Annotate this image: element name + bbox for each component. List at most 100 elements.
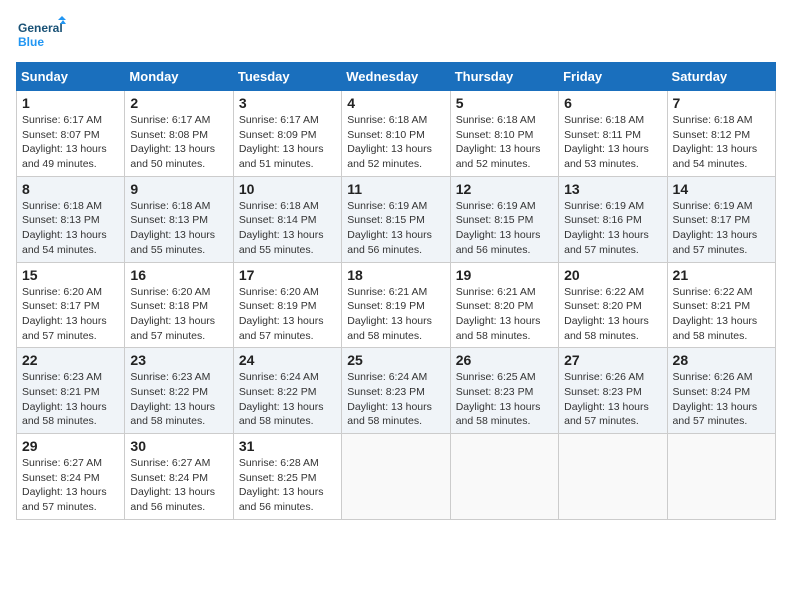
calendar-cell: [667, 434, 775, 520]
weekday-header: Sunday: [17, 63, 125, 91]
cell-detail: Sunrise: 6:24 AM Sunset: 8:23 PM Dayligh…: [347, 370, 444, 429]
day-number: 12: [456, 181, 553, 197]
cell-detail: Sunrise: 6:18 AM Sunset: 8:11 PM Dayligh…: [564, 113, 661, 172]
day-number: 17: [239, 267, 336, 283]
calendar-cell: 16Sunrise: 6:20 AM Sunset: 8:18 PM Dayli…: [125, 262, 233, 348]
day-number: 28: [673, 352, 770, 368]
day-number: 5: [456, 95, 553, 111]
calendar-cell: 21Sunrise: 6:22 AM Sunset: 8:21 PM Dayli…: [667, 262, 775, 348]
day-number: 23: [130, 352, 227, 368]
calendar-cell: 19 Sunrise: 6:21 AM Sunset: 8:20 PM Dayli…: [450, 262, 558, 348]
weekday-header: Wednesday: [342, 63, 450, 91]
day-number: 25: [347, 352, 444, 368]
day-number: 24: [239, 352, 336, 368]
cell-detail: Sunrise: 6:26 AM Sunset: 8:23 PM Dayligh…: [564, 370, 661, 429]
day-number: 9: [130, 181, 227, 197]
day-number: 19: [456, 267, 553, 283]
logo: General Blue: [16, 16, 66, 58]
calendar-week-row: 8 Sunrise: 6:18 AM Sunset: 8:13 PM Daylig…: [17, 176, 776, 262]
weekday-header: Monday: [125, 63, 233, 91]
day-number: 13: [564, 181, 661, 197]
cell-detail: Sunrise: 6:26 AM Sunset: 8:24 PM Dayligh…: [673, 370, 770, 429]
calendar-cell: 9 Sunrise: 6:18 AM Sunset: 8:13 PM Daylig…: [125, 176, 233, 262]
calendar-cell: 27 Sunrise: 6:26 AM Sunset: 8:23 PM Dayli…: [559, 348, 667, 434]
calendar-cell: 17 Sunrise: 6:20 AM Sunset: 8:19 PM Dayli…: [233, 262, 341, 348]
day-number: 15: [22, 267, 119, 283]
calendar-cell: 30 Sunrise: 6:27 AM Sunset: 8:24 PM Dayli…: [125, 434, 233, 520]
calendar-cell: 29Sunrise: 6:27 AM Sunset: 8:24 PM Dayli…: [17, 434, 125, 520]
day-number: 10: [239, 181, 336, 197]
cell-detail: Sunrise: 6:19 AM Sunset: 8:15 PM Dayligh…: [456, 199, 553, 258]
calendar-cell: 31 Sunrise: 6:28 AM Sunset: 8:25 PM Dayli…: [233, 434, 341, 520]
calendar-cell: 3 Sunrise: 6:17 AM Sunset: 8:09 PM Daylig…: [233, 91, 341, 177]
calendar-cell: 10 Sunrise: 6:18 AM Sunset: 8:14 PM Dayli…: [233, 176, 341, 262]
day-number: 3: [239, 95, 336, 111]
calendar-cell: 20 Sunrise: 6:22 AM Sunset: 8:20 PM Dayli…: [559, 262, 667, 348]
cell-detail: Sunrise: 6:27 AM Sunset: 8:24 PM Dayligh…: [22, 456, 119, 515]
day-number: 8: [22, 181, 119, 197]
calendar-cell: 12 Sunrise: 6:19 AM Sunset: 8:15 PM Dayli…: [450, 176, 558, 262]
svg-text:Blue: Blue: [18, 35, 44, 49]
cell-detail: Sunrise: 6:21 AM Sunset: 8:19 PM Dayligh…: [347, 285, 444, 344]
day-number: 27: [564, 352, 661, 368]
day-number: 30: [130, 438, 227, 454]
logo-svg: General Blue: [16, 16, 66, 58]
calendar-cell: [342, 434, 450, 520]
cell-detail: Sunrise: 6:20 AM Sunset: 8:17 PM Dayligh…: [22, 285, 119, 344]
cell-detail: Sunrise: 6:17 AM Sunset: 8:09 PM Dayligh…: [239, 113, 336, 172]
cell-detail: Sunrise: 6:19 AM Sunset: 8:17 PM Dayligh…: [673, 199, 770, 258]
calendar-cell: 14 Sunrise: 6:19 AM Sunset: 8:17 PM Dayli…: [667, 176, 775, 262]
day-number: 6: [564, 95, 661, 111]
day-number: 14: [673, 181, 770, 197]
calendar-cell: 4 Sunrise: 6:18 AM Sunset: 8:10 PM Daylig…: [342, 91, 450, 177]
day-number: 31: [239, 438, 336, 454]
calendar-cell: 25 Sunrise: 6:24 AM Sunset: 8:23 PM Dayli…: [342, 348, 450, 434]
day-number: 11: [347, 181, 444, 197]
day-number: 7: [673, 95, 770, 111]
calendar-header-row: SundayMondayTuesdayWednesdayThursdayFrid…: [17, 63, 776, 91]
calendar-cell: 8 Sunrise: 6:18 AM Sunset: 8:13 PM Daylig…: [17, 176, 125, 262]
calendar-week-row: 1Sunrise: 6:17 AM Sunset: 8:07 PM Daylig…: [17, 91, 776, 177]
weekday-header: Tuesday: [233, 63, 341, 91]
day-number: 4: [347, 95, 444, 111]
day-number: 21: [673, 267, 770, 283]
cell-detail: Sunrise: 6:18 AM Sunset: 8:10 PM Dayligh…: [456, 113, 553, 172]
calendar-cell: 6 Sunrise: 6:18 AM Sunset: 8:11 PM Daylig…: [559, 91, 667, 177]
cell-detail: Sunrise: 6:23 AM Sunset: 8:22 PM Dayligh…: [130, 370, 227, 429]
day-number: 20: [564, 267, 661, 283]
cell-detail: Sunrise: 6:18 AM Sunset: 8:12 PM Dayligh…: [673, 113, 770, 172]
calendar-cell: 5 Sunrise: 6:18 AM Sunset: 8:10 PM Daylig…: [450, 91, 558, 177]
calendar-week-row: 29Sunrise: 6:27 AM Sunset: 8:24 PM Dayli…: [17, 434, 776, 520]
day-number: 26: [456, 352, 553, 368]
cell-detail: Sunrise: 6:17 AM Sunset: 8:08 PM Dayligh…: [130, 113, 227, 172]
cell-detail: Sunrise: 6:27 AM Sunset: 8:24 PM Dayligh…: [130, 456, 227, 515]
cell-detail: Sunrise: 6:17 AM Sunset: 8:07 PM Dayligh…: [22, 113, 119, 172]
cell-detail: Sunrise: 6:23 AM Sunset: 8:21 PM Dayligh…: [22, 370, 119, 429]
calendar-cell: 24 Sunrise: 6:24 AM Sunset: 8:22 PM Dayli…: [233, 348, 341, 434]
calendar-week-row: 22Sunrise: 6:23 AM Sunset: 8:21 PM Dayli…: [17, 348, 776, 434]
weekday-header: Thursday: [450, 63, 558, 91]
calendar-cell: 11 Sunrise: 6:19 AM Sunset: 8:15 PM Dayli…: [342, 176, 450, 262]
cell-detail: Sunrise: 6:20 AM Sunset: 8:18 PM Dayligh…: [130, 285, 227, 344]
calendar-cell: 18Sunrise: 6:21 AM Sunset: 8:19 PM Dayli…: [342, 262, 450, 348]
calendar-cell: [559, 434, 667, 520]
cell-detail: Sunrise: 6:24 AM Sunset: 8:22 PM Dayligh…: [239, 370, 336, 429]
cell-detail: Sunrise: 6:28 AM Sunset: 8:25 PM Dayligh…: [239, 456, 336, 515]
calendar-cell: 28 Sunrise: 6:26 AM Sunset: 8:24 PM Dayli…: [667, 348, 775, 434]
cell-detail: Sunrise: 6:20 AM Sunset: 8:19 PM Dayligh…: [239, 285, 336, 344]
calendar-cell: 13Sunrise: 6:19 AM Sunset: 8:16 PM Dayli…: [559, 176, 667, 262]
weekday-header: Saturday: [667, 63, 775, 91]
weekday-header: Friday: [559, 63, 667, 91]
calendar-cell: 22Sunrise: 6:23 AM Sunset: 8:21 PM Dayli…: [17, 348, 125, 434]
cell-detail: Sunrise: 6:18 AM Sunset: 8:10 PM Dayligh…: [347, 113, 444, 172]
cell-detail: Sunrise: 6:19 AM Sunset: 8:15 PM Dayligh…: [347, 199, 444, 258]
cell-detail: Sunrise: 6:21 AM Sunset: 8:20 PM Dayligh…: [456, 285, 553, 344]
cell-detail: Sunrise: 6:18 AM Sunset: 8:13 PM Dayligh…: [130, 199, 227, 258]
cell-detail: Sunrise: 6:22 AM Sunset: 8:20 PM Dayligh…: [564, 285, 661, 344]
cell-detail: Sunrise: 6:18 AM Sunset: 8:14 PM Dayligh…: [239, 199, 336, 258]
header: General Blue: [16, 16, 776, 58]
cell-detail: Sunrise: 6:25 AM Sunset: 8:23 PM Dayligh…: [456, 370, 553, 429]
cell-detail: Sunrise: 6:18 AM Sunset: 8:13 PM Dayligh…: [22, 199, 119, 258]
day-number: 2: [130, 95, 227, 111]
calendar-cell: 1Sunrise: 6:17 AM Sunset: 8:07 PM Daylig…: [17, 91, 125, 177]
